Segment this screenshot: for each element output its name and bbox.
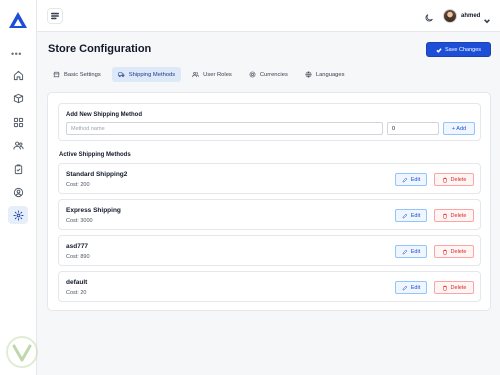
sidebar-item-products[interactable] bbox=[8, 89, 28, 107]
add-method-title: Add New Shipping Method bbox=[66, 112, 142, 118]
sidebar-item-categories[interactable] bbox=[8, 113, 28, 131]
check-icon bbox=[436, 47, 442, 53]
sidebar-more-dots[interactable]: ••• bbox=[11, 50, 22, 59]
tab-basic-settings[interactable]: Basic Settings bbox=[47, 67, 107, 82]
delete-label: Delete bbox=[450, 284, 467, 291]
edit-icon bbox=[402, 177, 408, 182]
edit-icon bbox=[402, 249, 408, 254]
tab-label: Basic Settings bbox=[64, 71, 101, 78]
user-name: ahmed bbox=[461, 13, 481, 19]
tab-label: Languages bbox=[315, 71, 345, 78]
globe-icon bbox=[305, 71, 312, 78]
delete-label: Delete bbox=[450, 176, 467, 183]
sidebar-item-settings[interactable] bbox=[8, 206, 28, 224]
store-icon bbox=[53, 71, 60, 78]
coin-icon bbox=[249, 71, 256, 78]
edit-label: Edit bbox=[410, 248, 421, 255]
method-name: default bbox=[66, 279, 88, 286]
shipping-method-row: Express Shipping Cost: 3000 Edit Delete bbox=[58, 199, 481, 230]
menu-icon bbox=[51, 12, 59, 20]
shipping-methods-panel: Add New Shipping Method + Add Active Shi… bbox=[47, 92, 491, 311]
box-icon bbox=[13, 93, 23, 103]
sidebar-item-users[interactable] bbox=[8, 136, 28, 154]
tab-user-roles[interactable]: User Roles bbox=[186, 67, 238, 82]
sidebar-item-orders[interactable] bbox=[8, 160, 28, 178]
edit-label: Edit bbox=[410, 212, 421, 219]
user-circle-icon bbox=[13, 187, 23, 197]
edit-icon bbox=[402, 285, 408, 290]
trash-icon bbox=[442, 285, 447, 290]
tab-label: Shipping Methods bbox=[128, 71, 176, 78]
top-bar: ahmed bbox=[37, 0, 500, 32]
delete-button[interactable]: Delete bbox=[434, 281, 474, 294]
sidebar-item-profile[interactable] bbox=[8, 183, 28, 201]
clipboard-check-icon bbox=[14, 163, 22, 174]
method-name: asd777 bbox=[66, 243, 89, 250]
trash-icon bbox=[442, 213, 447, 218]
save-changes-label: Save Changes bbox=[444, 46, 482, 53]
tab-currencies[interactable]: Currencies bbox=[243, 67, 294, 82]
delete-label: Delete bbox=[450, 212, 467, 219]
delete-button[interactable]: Delete bbox=[434, 209, 474, 222]
shipping-method-row: default Cost: 20 Edit Delete bbox=[58, 271, 481, 302]
home-icon bbox=[13, 70, 23, 80]
sidebar-item-home[interactable] bbox=[8, 66, 28, 84]
user-menu[interactable]: ahmed bbox=[443, 8, 491, 24]
watermark-logo-icon bbox=[6, 336, 38, 368]
add-shipping-method-form: Add New Shipping Method + Add bbox=[58, 103, 481, 141]
logo-icon[interactable] bbox=[8, 10, 28, 30]
edit-button[interactable]: Edit bbox=[395, 281, 427, 294]
edit-button[interactable]: Edit bbox=[395, 209, 427, 222]
method-cost: Cost: 3000 bbox=[66, 218, 93, 224]
method-cost: Cost: 20 bbox=[66, 290, 87, 296]
settings-tabs: Basic Settings Shipping Methods User Rol… bbox=[47, 67, 351, 82]
chevron-down-icon bbox=[483, 12, 491, 24]
user-group-icon bbox=[192, 72, 199, 78]
tab-label: Currencies bbox=[259, 71, 288, 78]
method-name-input[interactable] bbox=[66, 122, 383, 135]
users-icon bbox=[12, 141, 24, 150]
theme-toggle-button[interactable] bbox=[424, 10, 436, 22]
edit-button[interactable]: Edit bbox=[395, 245, 427, 258]
sidebar: ••• bbox=[0, 0, 38, 375]
moon-icon bbox=[425, 14, 433, 22]
settings-icon bbox=[12, 209, 24, 221]
trash-icon bbox=[442, 249, 447, 254]
shipping-method-row: Standard Shipping2 Cost: 200 Edit Delete bbox=[58, 163, 481, 194]
edit-label: Edit bbox=[410, 176, 421, 183]
page-title: Store Configuration bbox=[48, 43, 152, 55]
tab-label: User Roles bbox=[203, 71, 232, 78]
method-cost: Cost: 200 bbox=[66, 182, 90, 188]
delete-button[interactable]: Delete bbox=[434, 173, 474, 186]
edit-button[interactable]: Edit bbox=[395, 173, 427, 186]
save-changes-button[interactable]: Save Changes bbox=[426, 42, 491, 57]
method-cost: Cost: 890 bbox=[66, 254, 90, 260]
truck-icon bbox=[118, 72, 125, 78]
method-cost-input[interactable] bbox=[387, 122, 439, 135]
delete-button[interactable]: Delete bbox=[434, 245, 474, 258]
active-methods-title: Active Shipping Methods bbox=[59, 152, 131, 158]
trash-icon bbox=[442, 177, 447, 182]
tab-shipping-methods[interactable]: Shipping Methods bbox=[111, 67, 182, 82]
method-name: Standard Shipping2 bbox=[66, 171, 128, 178]
shipping-method-row: asd777 Cost: 890 Edit Delete bbox=[58, 235, 481, 266]
add-method-button[interactable]: + Add bbox=[443, 122, 475, 135]
edit-label: Edit bbox=[410, 284, 421, 291]
grid-icon bbox=[13, 117, 23, 127]
tab-languages[interactable]: Languages bbox=[299, 67, 351, 82]
sidebar-toggle-button[interactable] bbox=[47, 8, 63, 24]
delete-label: Delete bbox=[450, 248, 467, 255]
edit-icon bbox=[402, 213, 408, 218]
method-name: Express Shipping bbox=[66, 207, 121, 214]
avatar bbox=[443, 9, 457, 23]
